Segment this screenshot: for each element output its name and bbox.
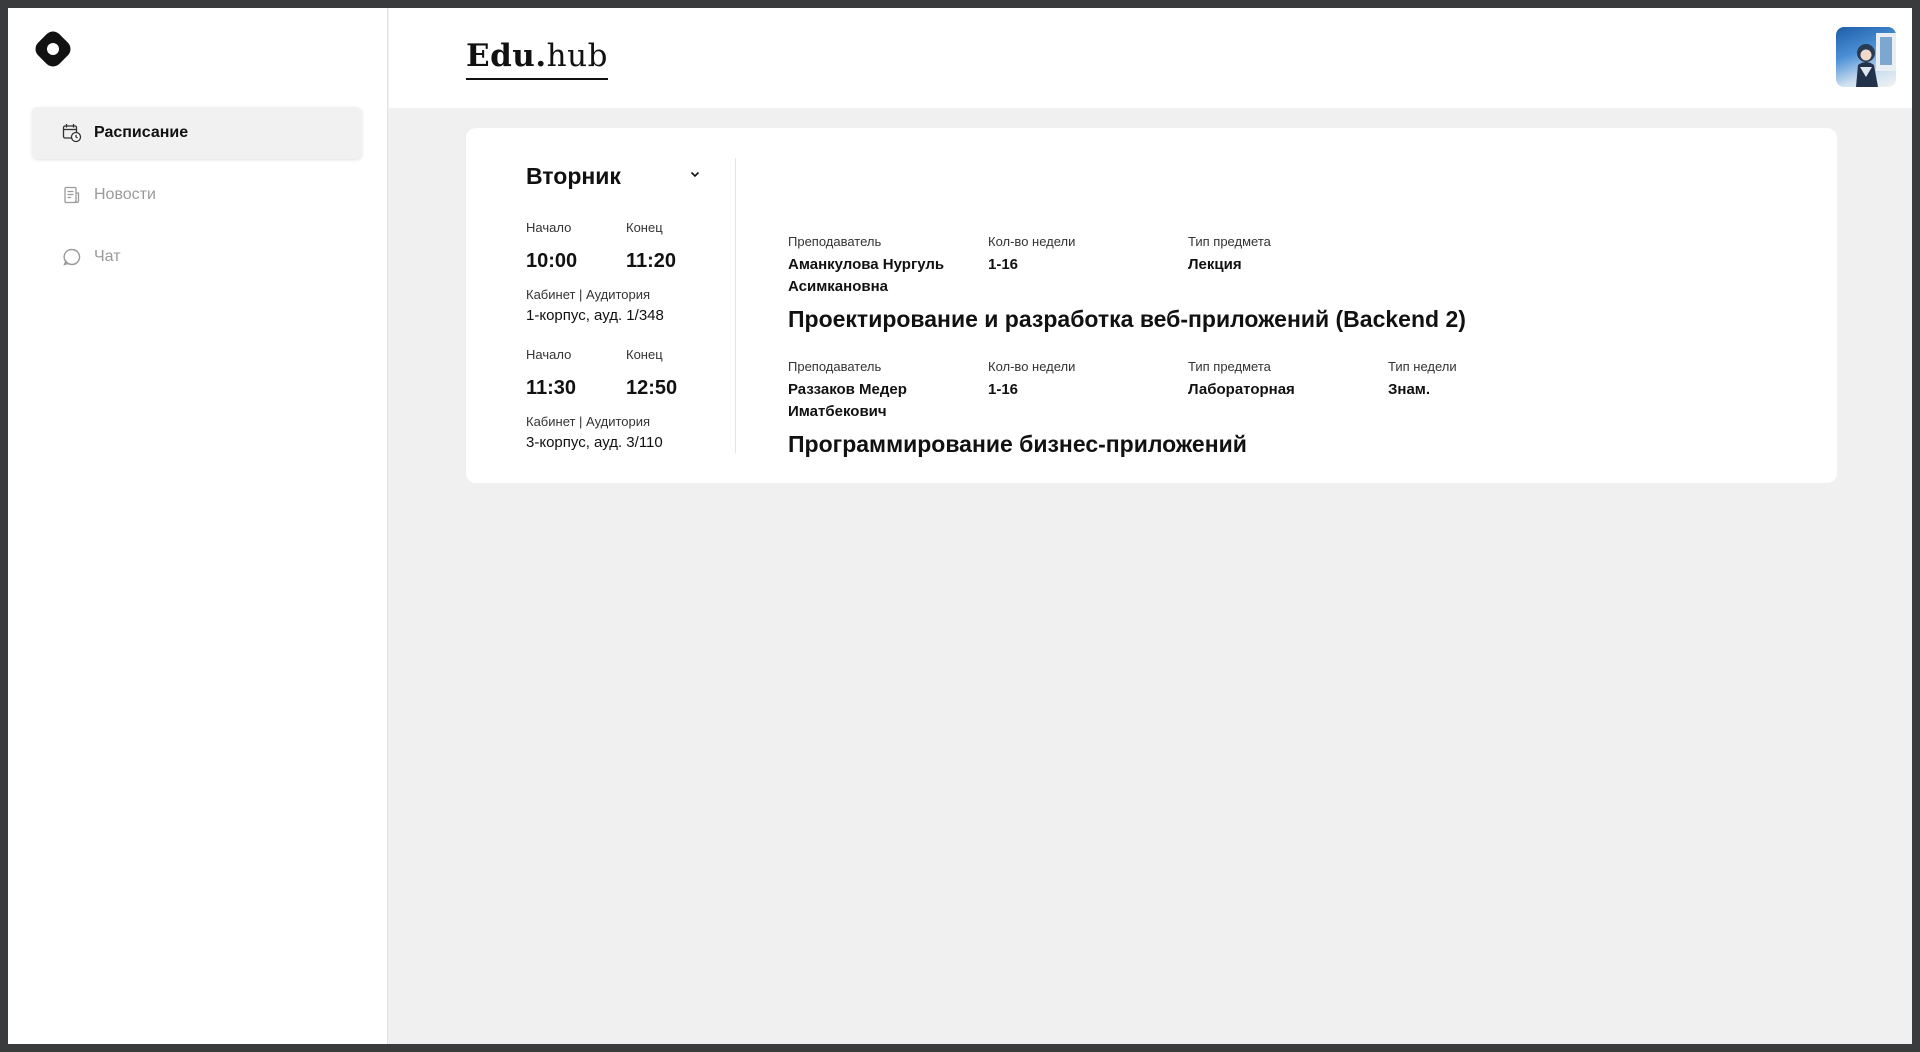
logo-icon[interactable] — [32, 28, 74, 70]
lessons-column: Преподаватель Аманкулова Нургуль Асимкан… — [788, 128, 1797, 483]
day-select[interactable]: Вторник — [526, 158, 701, 194]
end-label: Конец — [626, 220, 663, 235]
end-time: 11:20 — [626, 250, 677, 272]
avatar[interactable] — [1836, 27, 1896, 87]
chevron-down-icon — [689, 167, 701, 185]
teacher-name: Аманкулова Нургуль Асимкановна — [788, 256, 945, 295]
lesson-item[interactable]: Преподаватель Раззаков Медер Иматбекович… — [788, 359, 1688, 458]
subject-type-value: Лабораторная — [1188, 381, 1295, 398]
subject-title: Программирование бизнес-приложений — [788, 431, 1247, 457]
teacher-name: Раззаков Медер Иматбекович — [788, 381, 907, 420]
room-label: Кабинет | Аудитория — [526, 287, 651, 302]
start-label: Начало — [526, 347, 572, 362]
end-label: Конец — [626, 347, 663, 362]
chat-bubble-icon — [62, 247, 82, 267]
teacher-label: Преподаватель — [788, 359, 882, 374]
sidebar-item-schedule[interactable]: Расписание — [32, 107, 362, 159]
weeks-label: Кол-во недели — [988, 234, 1076, 249]
weeks-label: Кол-во недели — [988, 359, 1076, 374]
teacher-label: Преподаватель — [788, 234, 882, 249]
sidebar-item-label: Новости — [94, 186, 156, 203]
lesson-time-block: Начало 11:30 Конец 12:50 Кабинет | Аудит… — [526, 347, 741, 451]
top-bar: Edu.hub — [389, 8, 1912, 108]
brand-logo[interactable]: Edu.hub — [466, 36, 608, 80]
end-time: 12:50 — [626, 377, 678, 399]
week-type-label: Тип недели — [1388, 359, 1457, 374]
calendar-clock-icon — [62, 123, 82, 143]
news-icon — [62, 185, 82, 205]
sidebar-item-label: Расписание — [94, 124, 189, 141]
sidebar: Расписание Новости Чат — [8, 8, 388, 1044]
lesson-item[interactable]: Преподаватель Аманкулова Нургуль Асимкан… — [788, 234, 1688, 333]
sidebar-item-label: Чат — [94, 248, 121, 265]
time-column: Вторник Начало 10:00 Конец 11:20 Кабинет… — [526, 128, 741, 483]
sidebar-nav: Расписание Новости Чат — [32, 107, 362, 293]
subject-type-value: Лекция — [1188, 256, 1242, 273]
room-value: 3-корпус, ауд. 3/110 — [526, 434, 663, 451]
room-value: 1-корпус, ауд. 1/348 — [526, 307, 664, 324]
app-window: Расписание Новости Чат Edu.hub Вторник Н… — [8, 8, 1912, 1044]
schedule-card: Вторник Начало 10:00 Конец 11:20 Кабинет… — [466, 128, 1837, 483]
weeks-value: 1-16 — [988, 381, 1019, 398]
subject-type-label: Тип предмета — [1188, 234, 1271, 249]
column-divider — [735, 158, 736, 453]
room-label: Кабинет | Аудитория — [526, 414, 651, 429]
lesson-time-block: Начало 10:00 Конец 11:20 Кабинет | Аудит… — [526, 220, 741, 324]
sidebar-item-news[interactable]: Новости — [32, 169, 362, 221]
subject-title: Проектирование и разработка веб-приложен… — [788, 306, 1466, 332]
weeks-value: 1-16 — [988, 256, 1019, 273]
start-label: Начало — [526, 220, 572, 235]
start-time: 11:30 — [526, 377, 577, 399]
start-time: 10:00 — [526, 250, 578, 272]
week-type-value: Знам. — [1388, 381, 1431, 398]
day-select-value: Вторник — [526, 162, 621, 189]
sidebar-item-chat[interactable]: Чат — [32, 231, 362, 283]
subject-type-label: Тип предмета — [1188, 359, 1271, 374]
